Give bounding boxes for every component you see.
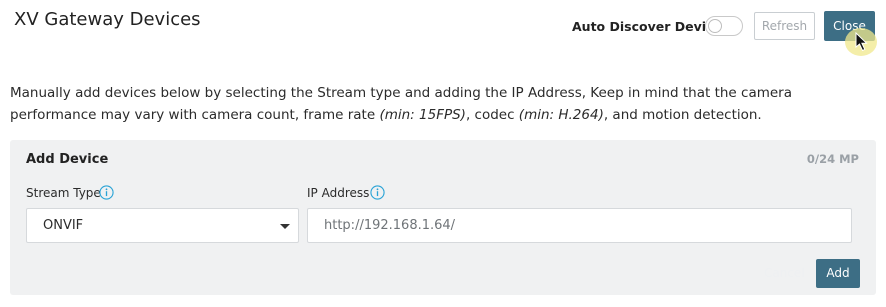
stream-type-select[interactable]: ONVIF: [26, 208, 299, 243]
auto-discover-toggle[interactable]: [705, 16, 743, 36]
dialog-title: XV Gateway Devices: [14, 9, 201, 30]
chevron-down-icon: [280, 224, 290, 229]
add-device-panel: Add Device 0/24 MP Stream Type IP Addres…: [10, 140, 876, 295]
ip-address-label: IP Address: [307, 186, 370, 200]
cancel-button[interactable]: Cancel: [764, 266, 805, 280]
fps-hint: (min: 15FPS): [379, 107, 466, 123]
stream-type-info-icon[interactable]: [99, 185, 114, 200]
mouse-pointer-icon: [855, 32, 868, 52]
megapixel-count: 0/24 MP: [806, 152, 859, 166]
ip-address-input[interactable]: [307, 208, 852, 243]
codec-hint: (min: H.264): [518, 107, 604, 123]
refresh-button[interactable]: Refresh: [754, 12, 815, 40]
toggle-knob: [708, 19, 722, 33]
add-button[interactable]: Add: [816, 259, 860, 288]
instructions-text: Manually add devices below by selecting …: [10, 85, 793, 123]
add-device-title: Add Device: [26, 152, 109, 167]
stream-type-label: Stream Type: [26, 186, 101, 200]
ip-address-info-icon[interactable]: [370, 185, 385, 200]
stream-type-value: ONVIF: [43, 218, 84, 233]
